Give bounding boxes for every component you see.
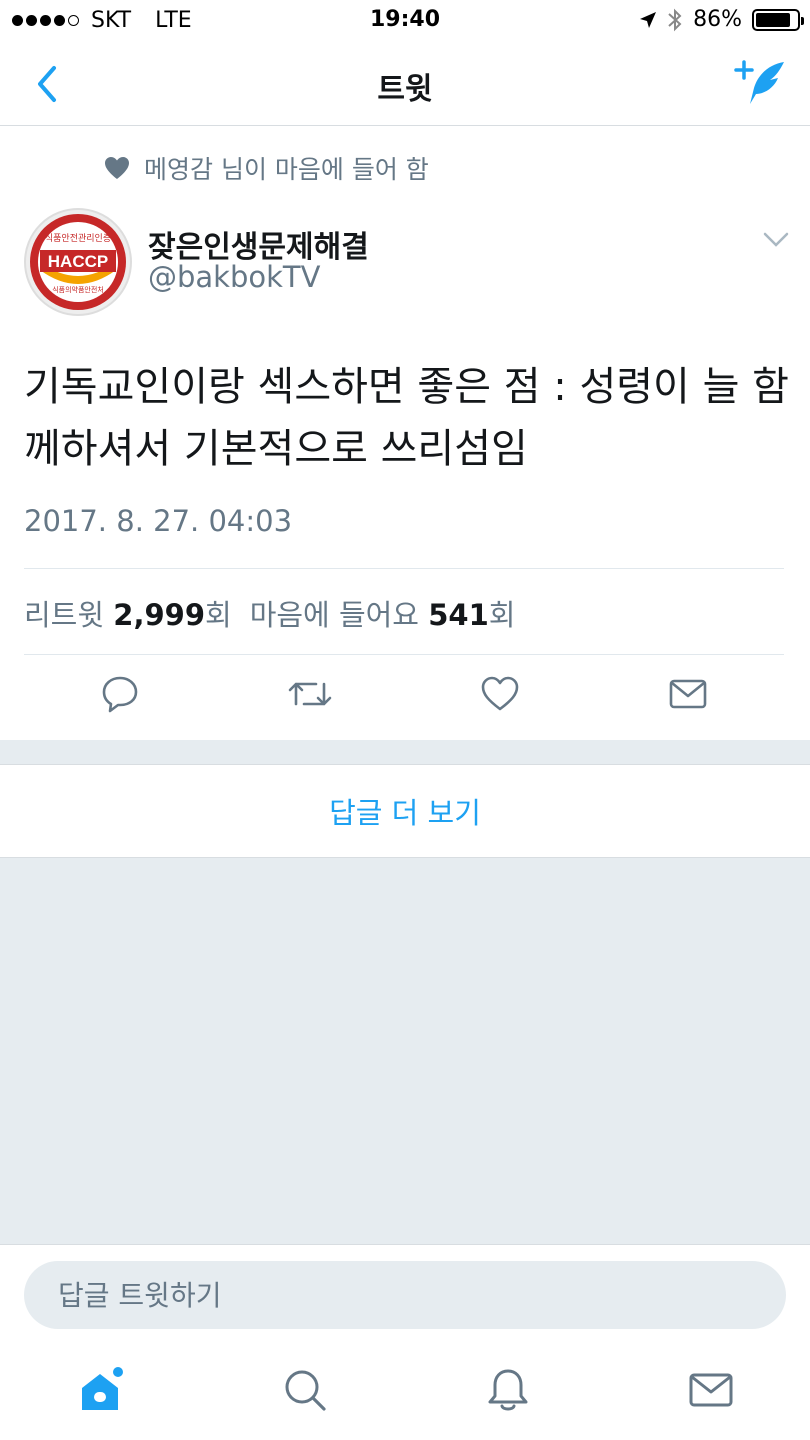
search-icon bbox=[285, 1370, 326, 1411]
messages-icon bbox=[689, 1373, 733, 1407]
tab-messages[interactable] bbox=[687, 1366, 735, 1414]
social-context-text: 메영감 님이 마음에 들어 함 bbox=[144, 155, 429, 184]
battery-percent: 86% bbox=[693, 7, 742, 32]
heart-icon bbox=[481, 676, 519, 711]
heart-filled-icon bbox=[105, 157, 129, 179]
reply-bar bbox=[0, 1244, 810, 1344]
battery-icon bbox=[752, 8, 804, 31]
tweet-detail: 메영감 님이 마음에 들어 함 HACCP 식품안전관리인증 식품의약품안전처 … bbox=[0, 126, 810, 740]
chevron-down-icon bbox=[763, 232, 789, 247]
tab-bar bbox=[0, 1344, 810, 1440]
like-button[interactable] bbox=[480, 674, 520, 714]
retweet-label: 리트윗 bbox=[24, 598, 105, 632]
status-bar: SKT LTE 19:40 86% bbox=[0, 0, 810, 40]
tweet-text: 기독교인이랑 섹스하면 좋은 점 : 성령이 늘 함께하셔서 기본적으로 쓰리섬… bbox=[24, 364, 789, 472]
battery-level bbox=[756, 12, 791, 27]
like-count: 541 bbox=[428, 598, 489, 632]
likes-stat[interactable]: 마음에 들어요 541회 bbox=[250, 592, 516, 634]
avatar[interactable]: HACCP 식품안전관리인증 식품의약품안전처 bbox=[24, 208, 132, 316]
share-dm-button[interactable] bbox=[668, 674, 708, 714]
bluetooth-icon bbox=[668, 8, 682, 31]
status-right: 86% bbox=[639, 7, 804, 32]
location-arrow-icon bbox=[640, 11, 657, 28]
divider bbox=[24, 568, 784, 569]
author-handle[interactable]: @bakbokTV bbox=[148, 260, 320, 294]
compose-tweet-button[interactable] bbox=[734, 58, 788, 108]
tab-home[interactable] bbox=[78, 1366, 126, 1414]
svg-text:식품의약품안전처: 식품의약품안전처 bbox=[52, 285, 104, 294]
more-replies-button[interactable]: 답글 더 보기 bbox=[0, 764, 810, 858]
retweet-unit: 회 bbox=[205, 598, 232, 632]
svg-text:HACCP: HACCP bbox=[48, 252, 108, 271]
reply-input[interactable] bbox=[24, 1261, 786, 1329]
reply-icon bbox=[102, 676, 138, 713]
tweet-stats: 리트윗 2,999회 마음에 들어요 541회 bbox=[24, 592, 515, 634]
like-label: 마음에 들어요 bbox=[249, 598, 419, 632]
retweet-icon bbox=[288, 682, 332, 706]
tab-notifications[interactable] bbox=[484, 1366, 532, 1414]
divider bbox=[24, 654, 784, 655]
haccp-logo-icon: HACCP 식품안전관리인증 식품의약품안전처 bbox=[30, 214, 126, 310]
home-icon bbox=[82, 1367, 123, 1410]
tweet-actions bbox=[0, 674, 810, 724]
svg-text:식품안전관리인증: 식품안전관리인증 bbox=[45, 233, 111, 244]
tweet-timestamp: 2017. 8. 27. 04:03 bbox=[24, 504, 293, 538]
retweet-button[interactable] bbox=[288, 674, 332, 714]
like-unit: 회 bbox=[488, 598, 516, 632]
retweets-stat[interactable]: 리트윗 2,999회 bbox=[24, 592, 232, 634]
navigation-bar: 트윗 bbox=[0, 40, 810, 126]
page-title: 트윗 bbox=[377, 72, 433, 107]
social-context: 메영감 님이 마음에 들어 함 bbox=[104, 150, 429, 186]
notifications-icon bbox=[488, 1369, 528, 1411]
reply-button[interactable] bbox=[100, 674, 140, 714]
retweet-count: 2,999 bbox=[113, 598, 205, 632]
envelope-icon bbox=[669, 679, 707, 709]
tweet-options-button[interactable] bbox=[762, 230, 790, 250]
compose-tweet-icon bbox=[734, 60, 784, 104]
tab-search[interactable] bbox=[281, 1366, 329, 1414]
